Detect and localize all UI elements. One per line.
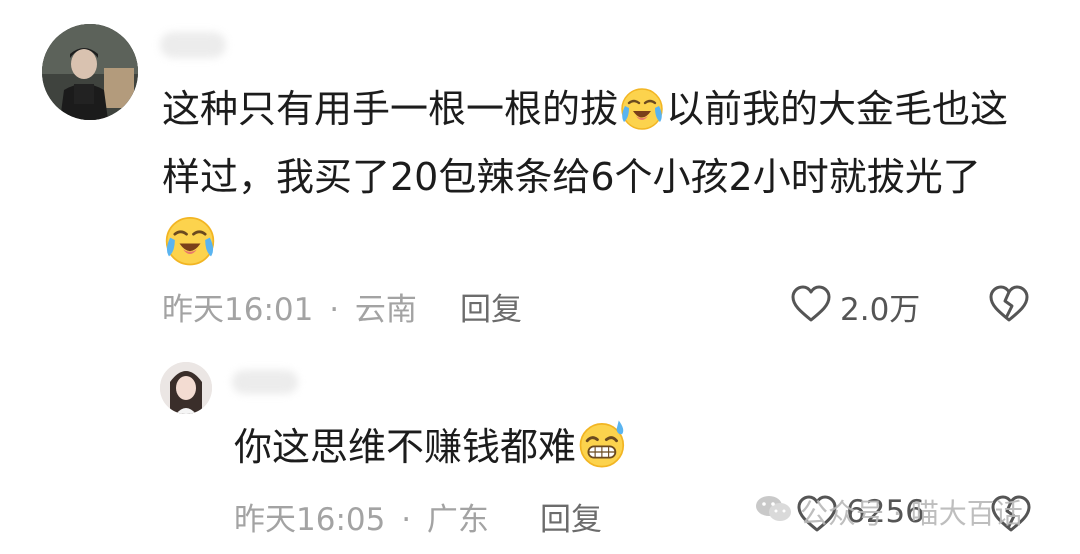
reply-time: 昨天16:05 bbox=[234, 502, 386, 538]
reply-button[interactable]: 回复 bbox=[460, 284, 522, 329]
reply-text: 你这思维不赚钱都难 bbox=[234, 416, 630, 488]
watermark: 公众号 · 喵大百话 bbox=[754, 492, 1023, 532]
meta-separator: · bbox=[329, 292, 340, 328]
grinning-sweat-emoji bbox=[576, 416, 630, 488]
comment-time: 昨天16:01 bbox=[162, 292, 314, 328]
broken-heart-dislike-icon[interactable] bbox=[988, 284, 1030, 328]
heart-outline-icon[interactable] bbox=[790, 284, 832, 328]
comment-text-part1: 这种只有用手一根一根的拔 bbox=[162, 87, 619, 131]
reply-reply-button[interactable]: 回复 bbox=[540, 494, 602, 539]
comment-text: 这种只有用手一根一根的拔 以前我的大金毛也这 bbox=[162, 78, 1008, 150]
user-avatar[interactable] bbox=[42, 24, 138, 120]
comment-thread: 这种只有用手一根一根的拔 以前我的大金毛也这 样过，我买了20包辣条给6个小孩2… bbox=[0, 0, 1080, 554]
reply-user-avatar[interactable] bbox=[160, 362, 212, 414]
comment-text-line2: 样过，我买了20包辣条给6个小孩2小时就拔光了 bbox=[162, 155, 981, 199]
like-count: 2.0万 bbox=[840, 292, 921, 328]
crying-laughing-emoji bbox=[618, 84, 666, 150]
comment-meta: 昨天16:01 · 云南 bbox=[162, 284, 417, 329]
reply-location: 广东 bbox=[426, 502, 489, 538]
username-blurred[interactable] bbox=[160, 32, 226, 58]
watermark-text: 公众号 · 喵大百话 bbox=[800, 497, 1023, 530]
comment-text-part2: 以前我的大金毛也这 bbox=[666, 87, 1009, 131]
crying-laughing-emoji bbox=[162, 212, 218, 272]
meta-separator: · bbox=[401, 502, 412, 538]
wechat-logo-icon bbox=[754, 493, 794, 532]
reply-text-content: 你这思维不赚钱都难 bbox=[234, 425, 577, 469]
reply-username-blurred[interactable] bbox=[232, 370, 298, 394]
reply-meta: 昨天16:05 · 广东 bbox=[234, 494, 489, 539]
comment-location: 云南 bbox=[354, 292, 417, 328]
